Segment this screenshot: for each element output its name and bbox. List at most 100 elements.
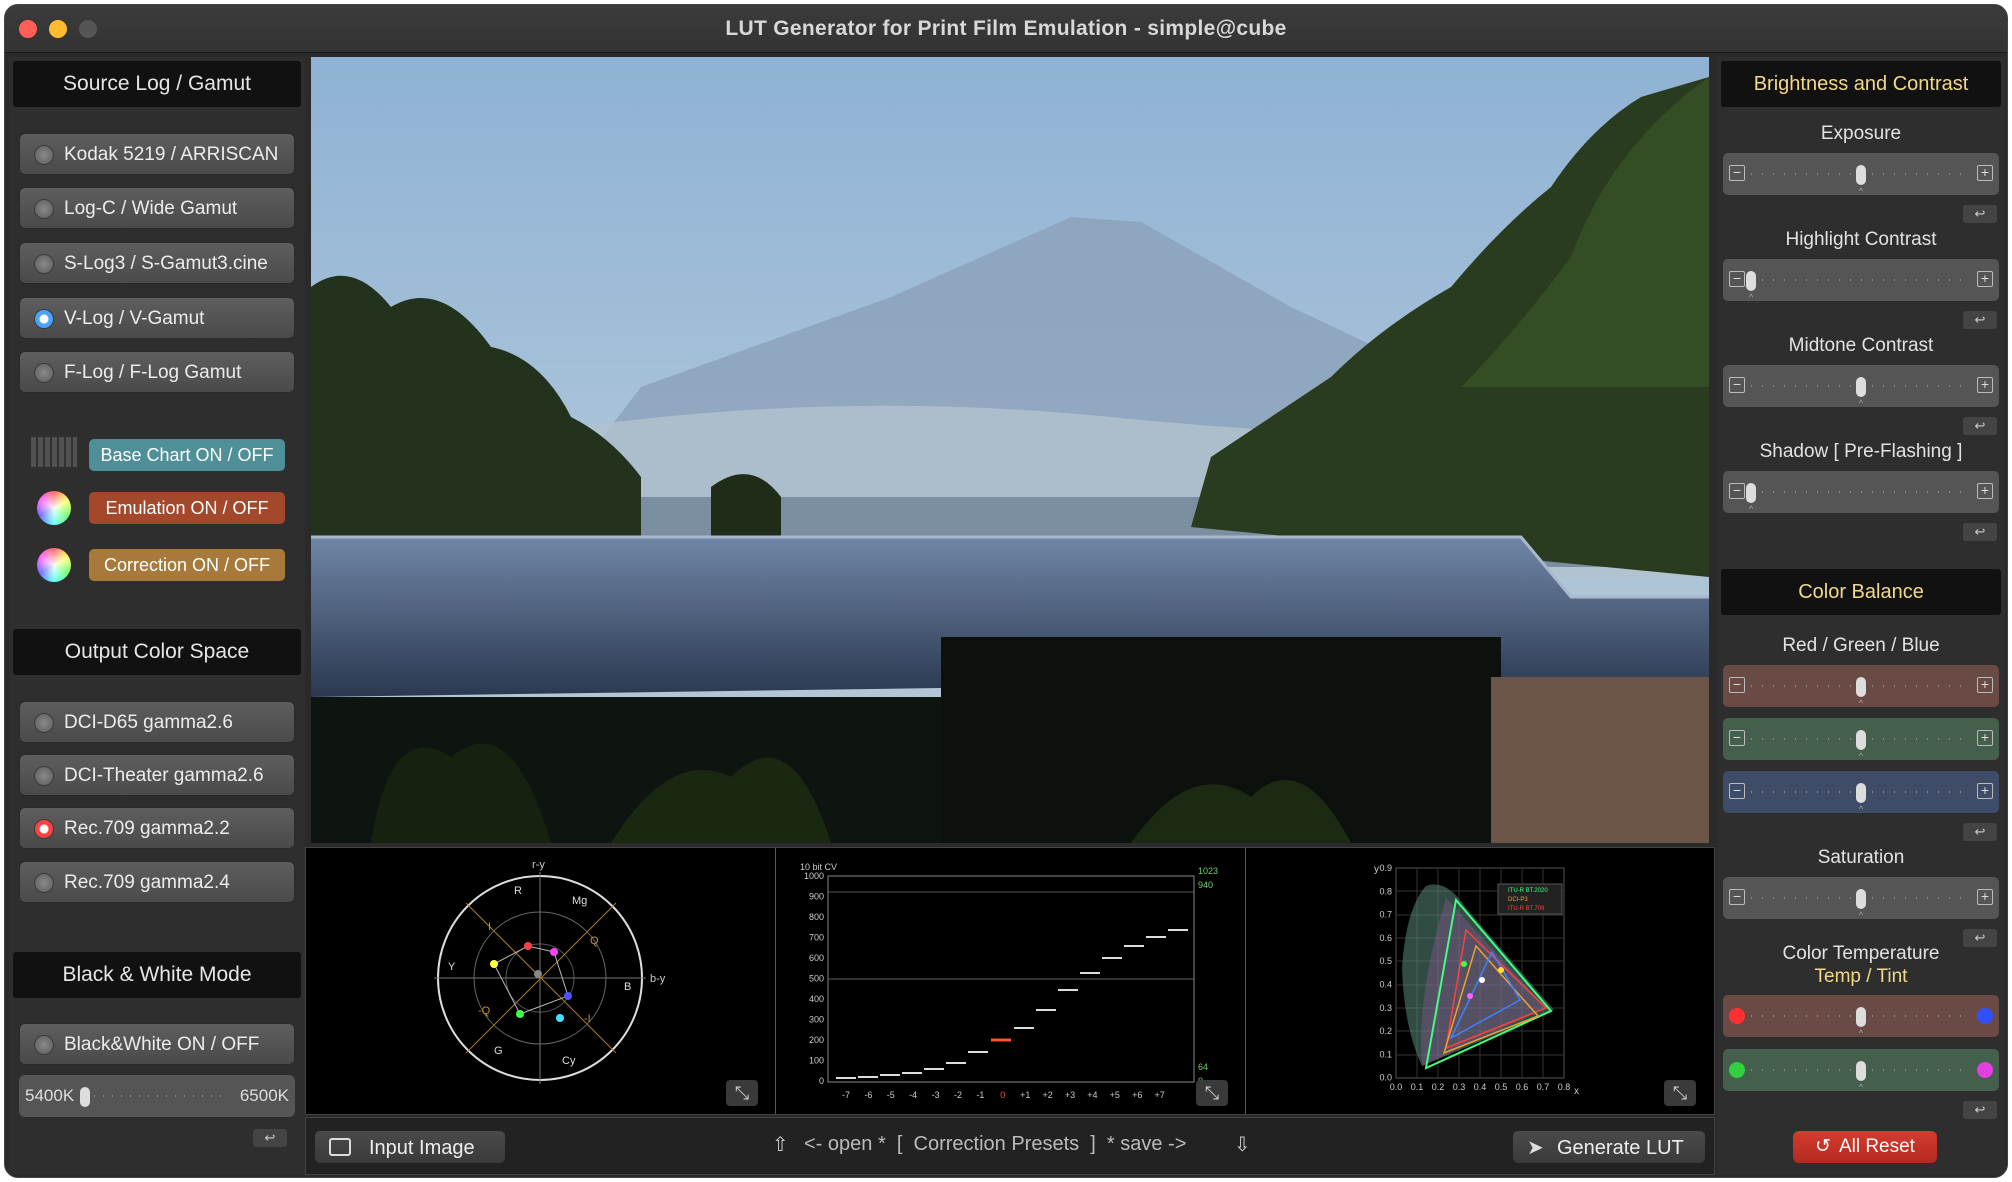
red-slider[interactable]: − + ^ [1723, 665, 1999, 708]
tint-slider[interactable]: ^ [1723, 1049, 1999, 1092]
wf-x-tick: +3 [1065, 1090, 1075, 1100]
right-panel: Brightness and Contrast Exposure − + ^ ↩ H… [1717, 57, 2005, 1175]
return-icon[interactable]: ↩ [1963, 823, 1997, 841]
bw-temp-max: 6500K [239, 1086, 289, 1105]
saturation-slider[interactable]: − + ^ [1723, 877, 1999, 920]
source-item-kodak[interactable]: Kodak 5219 / ARRISCAN [19, 133, 295, 175]
slider-thumb[interactable] [1856, 783, 1866, 803]
plus-icon[interactable]: + [1977, 377, 1993, 393]
return-icon[interactable]: ↩ [1963, 523, 1997, 541]
slider-thumb[interactable] [1856, 1007, 1866, 1027]
source-item-slog3[interactable]: S-Log3 / S-Gamut3.cine [19, 242, 295, 284]
expand-cie-icon[interactable]: ⤡ [1664, 1080, 1696, 1106]
plus-icon[interactable]: + [1977, 271, 1993, 287]
plus-icon[interactable]: + [1977, 730, 1993, 746]
vs-label-negQ: -Q [478, 1005, 491, 1017]
minus-icon[interactable]: − [1729, 889, 1745, 905]
blue-slider[interactable]: − + ^ [1723, 771, 1999, 814]
cie-x-ticks: 0.0 0.1 0.2 0.3 0.4 0.5 0.6 0.7 0.8 [1390, 1082, 1571, 1092]
cie-y-tick: 0.4 [1379, 980, 1392, 990]
return-icon[interactable]: ↩ [1963, 311, 1997, 329]
cie-x-tick: 0.6 [1516, 1082, 1529, 1092]
input-image-button[interactable]: Input Image [314, 1130, 506, 1164]
slider-thumb[interactable] [1856, 730, 1866, 750]
wf-y-tick: 500 [809, 974, 824, 984]
cie-legend-entry: ITU-R BT.2020 [1508, 888, 1548, 894]
bw-toggle-button[interactable]: Black&White ON / OFF [19, 1023, 295, 1065]
caret-icon: ^ [1858, 804, 1864, 814]
output-item-label: DCI-D65 gamma2.6 [64, 712, 233, 733]
highlight-contrast-slider[interactable]: − + ^ [1723, 259, 1999, 302]
minus-icon[interactable]: − [1729, 165, 1745, 181]
midtone-contrast-label: Midtone Contrast [1788, 335, 1934, 356]
caret-icon: ^ [1858, 398, 1864, 408]
expand-vectorscope-icon[interactable]: ⤡ [726, 1080, 758, 1106]
correction-presets[interactable]: <- open * [ Correction Presets ] * save … [804, 1133, 1186, 1156]
source-item-label: S-Log3 / S-Gamut3.cine [64, 253, 268, 274]
image-icon [329, 1138, 351, 1156]
all-reset-button[interactable]: ↺ All Reset [1793, 1131, 1937, 1163]
minus-icon[interactable]: − [1729, 377, 1745, 393]
plus-icon[interactable]: + [1977, 783, 1993, 799]
slider-thumb[interactable] [1856, 165, 1866, 185]
rgb-label: Red / Green / Blue [1782, 635, 1940, 656]
slider-thumb[interactable] [1856, 677, 1866, 697]
plus-icon[interactable]: + [1977, 677, 1993, 693]
caret-icon: ^ [1748, 292, 1754, 302]
bw-temp-thumb[interactable] [80, 1087, 90, 1107]
base-chart-toggle[interactable]: Base Chart ON / OFF [89, 439, 285, 471]
minus-icon[interactable]: − [1729, 730, 1745, 746]
minus-icon[interactable]: − [1729, 271, 1745, 287]
wf-x-tick: +2 [1042, 1090, 1052, 1100]
wf-y-tick: 800 [809, 912, 824, 922]
plus-icon[interactable]: + [1977, 889, 1993, 905]
bw-temp-slider[interactable]: 5400K 6500K [19, 1075, 295, 1117]
generate-lut-button[interactable]: ➤ Generate LUT [1512, 1130, 1706, 1164]
output-item-dci-theater[interactable]: DCI-Theater gamma2.6 [19, 754, 295, 796]
plus-icon[interactable]: + [1977, 165, 1993, 181]
wf-y-tick: 200 [809, 1035, 824, 1045]
open-preset-icon[interactable]: ⇧ [772, 1132, 789, 1157]
cie-x-tick: 0.0 [1390, 1082, 1403, 1092]
wf-x-tick: +6 [1132, 1090, 1142, 1100]
exposure-slider[interactable]: − + ^ [1723, 153, 1999, 196]
minus-icon[interactable]: − [1729, 483, 1745, 499]
source-item-flog[interactable]: F-Log / F-Log Gamut [19, 351, 295, 393]
source-item-vlog[interactable]: V-Log / V-Gamut [19, 297, 295, 339]
minus-icon[interactable]: − [1729, 677, 1745, 693]
expand-waveform-icon[interactable]: ⤡ [1196, 1080, 1228, 1106]
output-item-rec709-24[interactable]: Rec.709 gamma2.4 [19, 861, 295, 903]
color-wheel-icon [37, 548, 71, 582]
slider-thumb[interactable] [1856, 889, 1866, 909]
return-icon[interactable]: ↩ [1963, 417, 1997, 435]
emulation-toggle[interactable]: Emulation ON / OFF [89, 492, 285, 524]
slider-thumb[interactable] [1746, 271, 1756, 291]
source-item-logc[interactable]: Log-C / Wide Gamut [19, 187, 295, 229]
plus-icon[interactable]: + [1977, 483, 1993, 499]
radio-icon [34, 199, 54, 219]
output-item-label: DCI-Theater gamma2.6 [64, 765, 264, 786]
slider-thumb[interactable] [1746, 483, 1756, 503]
exposure-label: Exposure [1820, 123, 1902, 144]
slider-thumb[interactable] [1856, 1061, 1866, 1081]
preview-photo [311, 57, 1709, 843]
save-preset-icon[interactable]: ⇩ [1234, 1132, 1251, 1157]
wf-x-tick: -4 [909, 1090, 917, 1100]
slider-thumb[interactable] [1856, 377, 1866, 397]
output-item-dci-d65[interactable]: DCI-D65 gamma2.6 [19, 701, 295, 743]
midtone-contrast-slider[interactable]: − + ^ [1723, 365, 1999, 408]
return-icon[interactable]: ↩ [253, 1129, 287, 1147]
green-slider[interactable]: − + ^ [1723, 718, 1999, 761]
cie-y-tick: 0.6 [1379, 933, 1392, 943]
shadow-slider[interactable]: − + ^ [1723, 471, 1999, 514]
minus-icon[interactable]: − [1729, 783, 1745, 799]
wf-x-tick: +1 [1020, 1090, 1030, 1100]
radio-icon [34, 713, 54, 733]
output-item-rec709-22[interactable]: Rec.709 gamma2.2 [19, 807, 295, 849]
temp-slider[interactable]: ^ [1723, 995, 1999, 1038]
source-item-label: Kodak 5219 / ARRISCAN [64, 144, 279, 165]
return-icon[interactable]: ↩ [1963, 205, 1997, 223]
correction-toggle[interactable]: Correction ON / OFF [89, 549, 285, 581]
vs-label-B: B [624, 981, 631, 993]
return-icon[interactable]: ↩ [1963, 1101, 1997, 1119]
